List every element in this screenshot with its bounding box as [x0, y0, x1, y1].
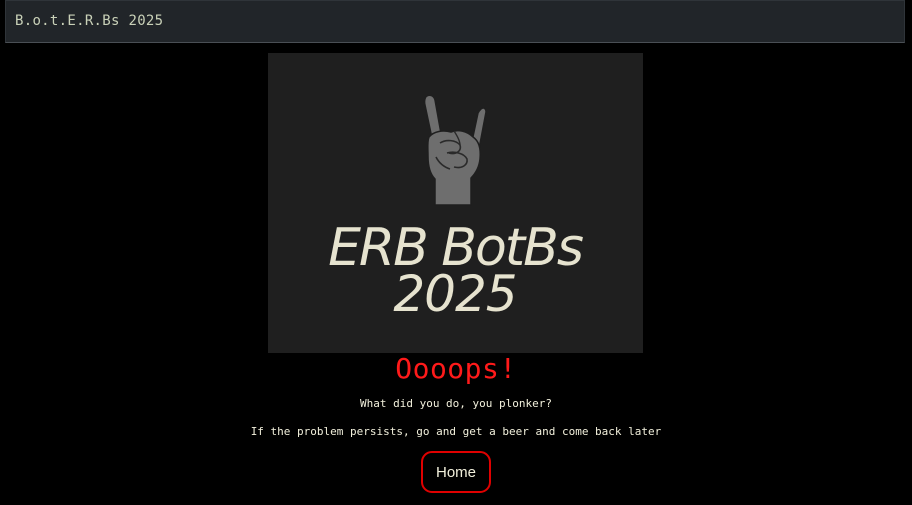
error-title: Oooops!	[395, 352, 517, 385]
error-hint: If the problem persists, go and get a be…	[250, 425, 662, 438]
logo-line-2: 2025	[393, 265, 516, 323]
event-logo-graphic: ERB BotBs 2025	[328, 94, 585, 323]
error-message: What did you do, you plonker?	[359, 397, 553, 410]
event-logo: ERB BotBs 2025	[268, 53, 643, 353]
navbar-brand[interactable]: B.o.t.E.R.Bs 2025	[15, 13, 163, 29]
home-button-label: Home	[435, 463, 476, 481]
home-button[interactable]: Home	[421, 451, 491, 493]
top-navbar: B.o.t.E.R.Bs 2025	[5, 0, 905, 43]
rock-hand-icon	[423, 94, 487, 206]
